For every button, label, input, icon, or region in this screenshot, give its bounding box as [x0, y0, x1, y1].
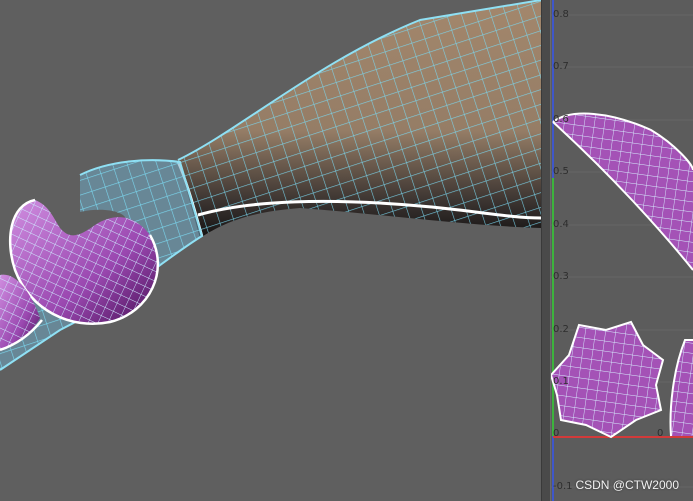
uv-editor-panel[interactable]: 0.8 0.7 0.6 0.5 0.4 0.3 0.2 0.1 0 0 -0.1 [551, 0, 693, 501]
uv-shell-strip[interactable] [669, 339, 693, 437]
axis-tick-label: 0.3 [553, 271, 569, 282]
axis-tick-label: 0.2 [553, 324, 569, 335]
axis-tick-label: 0.4 [553, 219, 569, 230]
axis-tick-label: -0.1 [553, 481, 573, 492]
axis-tick-label: 0 [553, 428, 560, 439]
axis-tick-label: 0 [657, 428, 664, 439]
app-window: 0.8 0.7 0.6 0.5 0.4 0.3 0.2 0.1 0 0 -0.1… [0, 0, 693, 501]
uv-canvas[interactable] [551, 0, 693, 501]
axis-tick-label: 0.6 [553, 114, 569, 125]
axis-tick-label: 0.1 [553, 376, 569, 387]
axis-tick-label: 0.7 [553, 61, 569, 72]
watermark-text: CSDN @CTW2000 [575, 478, 679, 492]
panel-splitter[interactable] [541, 0, 551, 501]
mesh-render[interactable] [0, 0, 541, 501]
axis-tick-label: 0.5 [553, 166, 569, 177]
viewport-3d[interactable] [0, 0, 541, 501]
axis-tick-label: 0.8 [553, 9, 569, 20]
uv-shell-triangle[interactable] [552, 112, 693, 271]
